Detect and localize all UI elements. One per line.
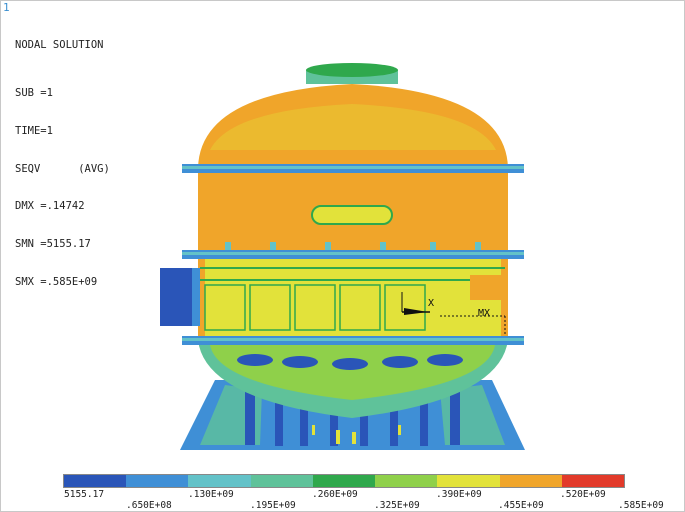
legend-swatch xyxy=(64,475,127,487)
contour-model-view[interactable] xyxy=(0,0,685,470)
legend-swatch xyxy=(250,475,313,487)
legend-swatch xyxy=(312,475,376,487)
legend-swatch xyxy=(499,475,562,487)
window-panels xyxy=(204,284,426,331)
contour-legend-bar xyxy=(63,474,625,488)
legend-swatch xyxy=(437,475,500,487)
axis-x-label: X xyxy=(428,298,435,309)
legend-swatch xyxy=(126,475,189,487)
manway xyxy=(311,205,393,225)
legend-swatch xyxy=(561,475,624,487)
legend-swatch xyxy=(375,475,438,487)
legend-swatch xyxy=(188,475,251,487)
max-location-label: MX xyxy=(478,308,491,319)
